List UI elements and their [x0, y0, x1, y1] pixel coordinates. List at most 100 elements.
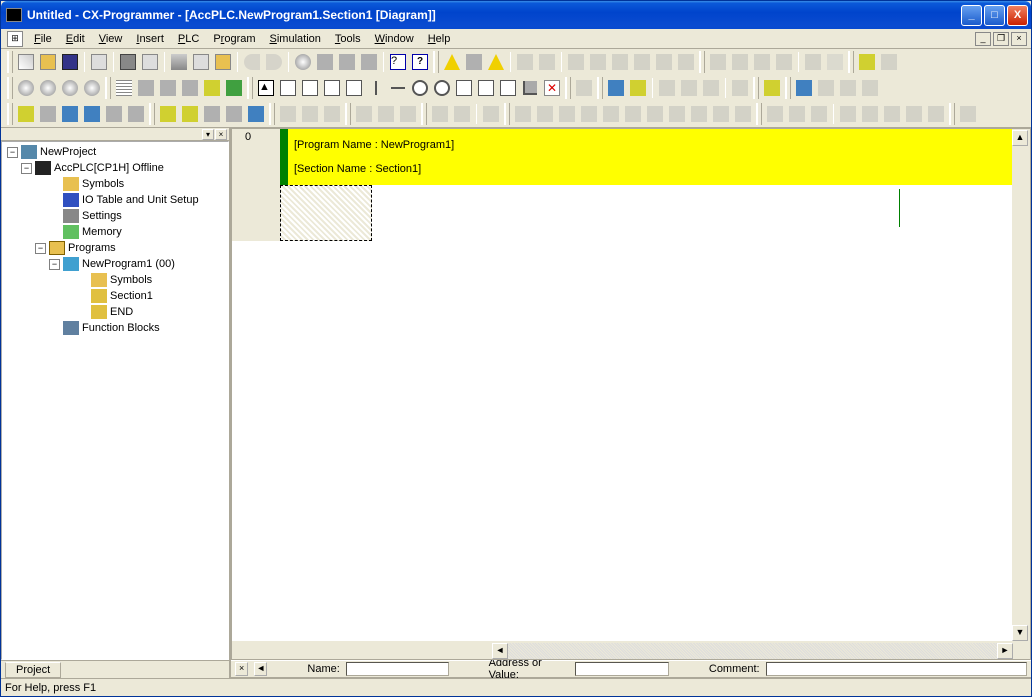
tree-end[interactable]: END [2, 304, 228, 320]
conn5-button[interactable] [245, 103, 267, 125]
toolbar-grip[interactable] [565, 77, 571, 99]
win2-button[interactable] [37, 103, 59, 125]
find-next-button[interactable] [336, 51, 358, 73]
tree-symbols-label[interactable]: Symbols [82, 178, 124, 190]
quick-close-button[interactable]: × [235, 662, 248, 676]
toolbar-grip[interactable] [149, 103, 155, 125]
scroll-down-button[interactable]: ▼ [1012, 625, 1028, 641]
play-button[interactable] [578, 103, 600, 125]
ext1-button[interactable] [573, 77, 595, 99]
step2-button[interactable] [534, 103, 556, 125]
io2-button[interactable] [786, 103, 808, 125]
ext9-button[interactable] [793, 77, 815, 99]
ladder-rung-0[interactable] [232, 185, 1030, 241]
tree-memory[interactable]: Memory [2, 224, 228, 240]
tb1-button[interactable] [565, 51, 587, 73]
close-button[interactable]: X [1007, 5, 1028, 26]
sidebar-pin-button[interactable]: ▾ [202, 129, 214, 140]
next-button[interactable] [644, 103, 666, 125]
horizontal-scrollbar[interactable]: ◄ ► [232, 642, 1030, 659]
menu-view[interactable]: View [92, 31, 130, 47]
tree-fb-label[interactable]: Function Blocks [82, 322, 160, 334]
find-button[interactable] [292, 51, 314, 73]
menu-window[interactable]: Window [368, 31, 421, 47]
tb2-button[interactable] [587, 51, 609, 73]
rung-comment-block[interactable]: [Program Name : NewProgram1] [Section Na… [288, 129, 1012, 185]
ext4-button[interactable] [656, 77, 678, 99]
paste-button[interactable] [212, 51, 234, 73]
run2-button[interactable] [375, 103, 397, 125]
ext6-button[interactable] [700, 77, 722, 99]
contact-no-button[interactable] [277, 77, 299, 99]
ext8-button[interactable] [761, 77, 783, 99]
end-button[interactable] [732, 103, 754, 125]
ext10-button[interactable] [815, 77, 837, 99]
grid-button[interactable] [113, 77, 135, 99]
tree-plc[interactable]: − AccPLC[CP1H] Offline [2, 160, 228, 176]
num10-button[interactable] [277, 103, 299, 125]
zoom-reset-button[interactable] [81, 77, 103, 99]
toolbar-grip[interactable] [597, 77, 603, 99]
save-button[interactable] [59, 51, 81, 73]
new-button[interactable] [15, 51, 37, 73]
run1-button[interactable] [353, 103, 375, 125]
conn2-button[interactable] [179, 103, 201, 125]
conn3-button[interactable] [201, 103, 223, 125]
menu-simulation[interactable]: Simulation [263, 31, 328, 47]
zoom-in-button[interactable] [37, 77, 59, 99]
rung-number[interactable]: 0 [232, 129, 264, 185]
mdi-minimize-button[interactable]: _ [975, 32, 991, 46]
menu-plc[interactable]: PLC [171, 31, 206, 47]
redo-button[interactable] [263, 51, 285, 73]
contact-nc-button[interactable] [299, 77, 321, 99]
tree-function-blocks[interactable]: Function Blocks [2, 320, 228, 336]
toolbar-grip[interactable] [433, 51, 439, 73]
disk1-button[interactable] [429, 103, 451, 125]
toolbar-grip[interactable] [421, 103, 427, 125]
io3-button[interactable] [808, 103, 830, 125]
ladder-empty-area[interactable] [232, 241, 1012, 641]
lock-button[interactable] [856, 51, 878, 73]
view2-button[interactable] [157, 77, 179, 99]
unlock-button[interactable] [878, 51, 900, 73]
win4-button[interactable] [81, 103, 103, 125]
tree-plc-label[interactable]: AccPLC[CP1H] Offline [54, 162, 164, 174]
tree-settings-label[interactable]: Settings [82, 210, 122, 222]
collapse-icon[interactable]: − [7, 147, 18, 158]
zoom-out-button[interactable] [59, 77, 81, 99]
sidebar-close-button[interactable]: × [215, 129, 227, 140]
toolbar-grip[interactable] [269, 103, 275, 125]
tree-settings[interactable]: Settings [2, 208, 228, 224]
view5-button[interactable] [223, 77, 245, 99]
ext11-button[interactable] [837, 77, 859, 99]
warning2-button[interactable] [485, 51, 507, 73]
tb6-button[interactable] [675, 51, 697, 73]
find-prev-button[interactable] [358, 51, 380, 73]
win6-button[interactable] [125, 103, 147, 125]
toolbar-grip[interactable] [504, 103, 510, 125]
win1-button[interactable] [15, 103, 37, 125]
chip6-button[interactable] [824, 51, 846, 73]
toolbar-grip[interactable] [247, 77, 253, 99]
warning1-button[interactable] [441, 51, 463, 73]
contact-or-no-button[interactable] [321, 77, 343, 99]
toolbar-grip[interactable] [756, 103, 762, 125]
toolbar-grip[interactable] [785, 77, 791, 99]
io9-button[interactable] [957, 103, 979, 125]
num16-button[interactable] [321, 103, 343, 125]
zoom-fit-button[interactable] [15, 77, 37, 99]
collapse-icon[interactable]: − [35, 243, 46, 254]
io7-button[interactable] [903, 103, 925, 125]
step4-button[interactable] [666, 103, 688, 125]
tree-newprogram[interactable]: − NewProgram1 (00) [2, 256, 228, 272]
conn4-button[interactable] [223, 103, 245, 125]
tree-programs[interactable]: − Programs [2, 240, 228, 256]
tree-section1-label[interactable]: Section1 [110, 290, 153, 302]
minimize-button[interactable]: _ [961, 5, 982, 26]
help-button[interactable]: ? [387, 51, 409, 73]
tb3-button[interactable] [609, 51, 631, 73]
tree-np-symbols-label[interactable]: Symbols [110, 274, 152, 286]
name-field[interactable] [346, 662, 449, 676]
print-preview-button[interactable] [139, 51, 161, 73]
undo-button[interactable] [241, 51, 263, 73]
